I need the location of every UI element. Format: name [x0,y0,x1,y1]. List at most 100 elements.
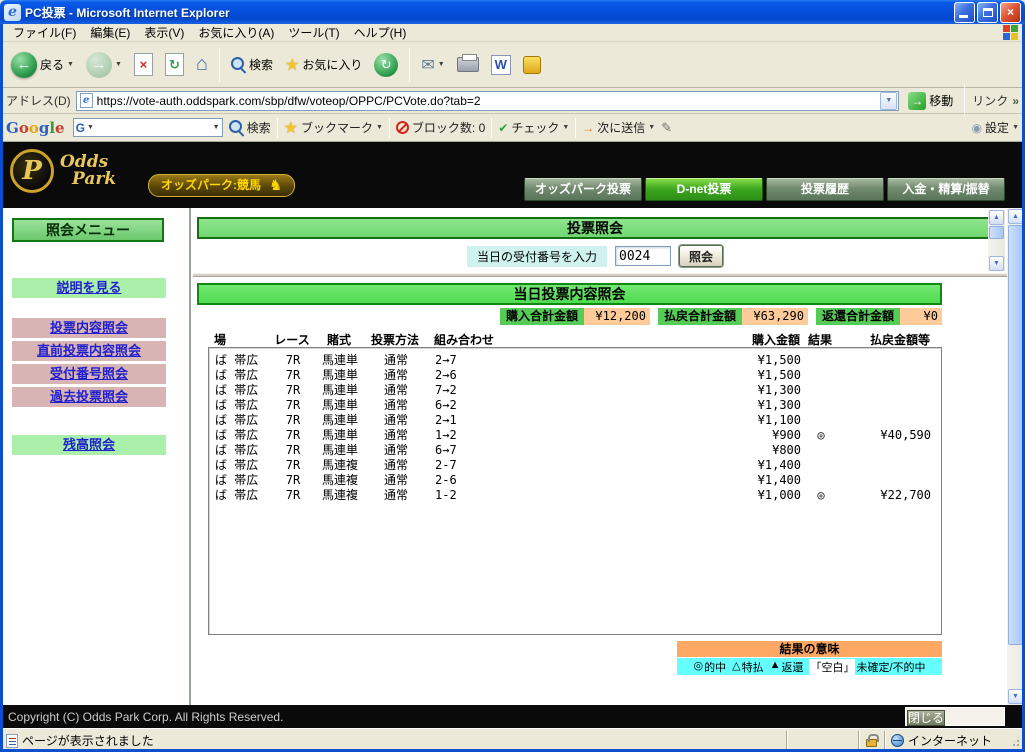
minimize-button[interactable] [954,1,975,23]
popup-blocker-button[interactable]: ブロック数: 0 [395,119,485,136]
menu-item[interactable]: ヘルプ(H) [347,23,414,42]
google-separator [388,117,390,138]
frame-scrollbar: ▲ ▼ [988,210,1005,271]
scroll-thumb[interactable] [989,226,1004,239]
cell-payout [841,458,937,473]
messenger-button[interactable] [520,54,544,76]
cell-method: 通常 [383,473,408,487]
google-search-input[interactable]: G ▼ ▼ [72,118,223,137]
legend-label: 返還 [781,661,804,674]
address-input[interactable]: e https://vote-auth.oddspark.com/sbp/dfw… [75,90,900,111]
send-dropdown-icon[interactable]: ▼ [648,124,655,131]
address-dropdown-button[interactable]: ▼ [880,91,898,110]
search-button[interactable]: 検索 [228,54,276,75]
back-button[interactable]: ← 戻る ▼ [8,50,77,80]
page-scroll-up-button[interactable]: ▲ [1008,209,1023,224]
bet-table: ば 帯広 7R 馬連単 通常 2→7 ¥1,500 ば 帯広 7R 馬連単 通常… [208,347,942,635]
sidebar-menu-item[interactable]: 受付番号照会 [12,364,166,384]
receipt-number-input[interactable] [615,246,671,266]
sidebar-link-label[interactable]: 投票内容照会 [50,320,128,335]
send-to-button[interactable]: → 次に送信 ▼ [582,119,655,136]
forward-dropdown-icon[interactable]: ▼ [115,61,122,68]
sidebar-menu-item[interactable]: 過去投票照会 [12,387,166,407]
restore-button[interactable] [977,1,998,23]
sidebar-link-label[interactable]: 過去投票照会 [50,389,128,404]
close-window-button[interactable]: × [1000,1,1021,23]
history-button[interactable]: ↻ [371,51,401,79]
main-content: 投票照会 当日の受付番号を入力 照会 ▲ ▼ 当日投票内容照会 購入合計金額 ¥… [193,208,1007,705]
sidebar-menu-item[interactable]: 残高照会 [12,435,166,455]
legend-label: 未確定/不的中 [856,661,926,674]
status-security-panel [859,730,885,751]
google-input-dropdown-icon[interactable]: ▼ [213,124,220,131]
header-nav-button[interactable]: オッズパーク投票 [524,178,642,201]
google-g-dropdown-icon[interactable]: ▼ [87,124,94,131]
page-icon: e [79,93,93,108]
menu-item[interactable]: ツール(T) [281,23,346,42]
cell-bet-type: 馬連単 [321,383,358,397]
sidebar-link-label[interactable]: 説明を見る [56,280,121,295]
spellcheck-button[interactable]: ✔ チェック ▼ [498,119,569,136]
sidebar-menu-item[interactable]: 説明を見る [12,278,166,298]
cell-method: 通常 [383,368,408,382]
lock-icon [866,734,879,747]
inquiry-submit-button[interactable]: 照会 [679,245,724,267]
cell-race: 7R [285,383,301,397]
close-page-button[interactable]: 閉じる [907,710,946,726]
popup-block-icon [395,121,409,134]
sidebar-link-label[interactable]: 受付番号照会 [50,366,128,381]
cell-combination: 2→7 [435,353,457,367]
internet-zone-icon [891,734,904,747]
sidebar-menu-item[interactable]: 直前投票内容照会 [12,341,166,361]
sidebar-link-label[interactable]: 直前投票内容照会 [37,343,141,358]
page-scroll-thumb[interactable] [1008,225,1023,645]
cell-method: 通常 [383,458,408,472]
cell-combination: 6→7 [435,443,457,457]
google-search-button[interactable]: 検索 [228,119,271,136]
oddspark-logo[interactable]: P Odds Park [10,149,116,193]
cell-bet-type: 馬連複 [321,488,358,502]
menu-item[interactable]: 表示(V) [137,23,191,42]
menu-item[interactable]: お気に入り(A) [191,23,281,42]
bookmarks-dropdown-icon[interactable]: ▼ [376,124,383,131]
scroll-down-button[interactable]: ▼ [989,256,1004,271]
google-settings-button[interactable]: ◉ 設定 ▼ [972,119,1019,136]
back-dropdown-icon[interactable]: ▼ [67,61,74,68]
header-nav-button[interactable]: 投票履歴 [766,178,884,201]
cell-race: 7R [285,368,301,382]
menu-item[interactable]: ファイル(F) [6,23,83,42]
refresh-button[interactable]: ↻ [162,51,187,78]
cell-payout [841,368,937,383]
mail-button[interactable]: ✉ ▼ [418,53,447,77]
go-button[interactable]: → 移動 [904,91,957,111]
header-nav-button[interactable]: D-net投票 [645,178,763,201]
menu-item[interactable]: 編集(E) [83,23,137,42]
mail-dropdown-icon[interactable]: ▼ [438,61,445,68]
sidebar-menu-item[interactable]: 投票内容照会 [12,318,166,338]
page-scroll-down-button[interactable]: ▼ [1008,689,1023,704]
stop-button[interactable]: × [131,51,156,78]
home-button[interactable]: ⌂ [193,51,211,78]
total-pair: 返還合計金額 ¥0 [815,308,942,325]
forward-icon: → [85,51,112,78]
forward-button[interactable]: → ▼ [83,50,125,80]
header-nav-button[interactable]: 入金・精算/振替 [887,178,1005,201]
title-bar: e PC投票 - Microsoft Internet Explorer × [0,0,1025,24]
highlight-pen-button[interactable]: ✎ [661,120,672,136]
print-button[interactable] [454,54,482,74]
check-dropdown-icon[interactable]: ▼ [562,124,569,131]
cell-race: 7R [285,473,301,487]
cell-amount: ¥1,300 [757,398,801,412]
sidebar-title: 照会メニュー [12,218,164,242]
scroll-up-button[interactable]: ▲ [989,210,1004,225]
edit-button[interactable]: W [488,53,514,77]
sidebar-link-label[interactable]: 残高照会 [63,437,115,452]
settings-dropdown-icon[interactable]: ▼ [1012,124,1019,131]
window-border-left [0,24,3,752]
links-button[interactable]: リンク » [972,92,1019,109]
keiba-banner[interactable]: オッズパーク:競馬 ♞ [148,174,296,197]
google-bookmarks-button[interactable]: ★ ブックマーク ▼ [284,118,383,138]
cell-amount: ¥1,300 [757,383,801,397]
favorites-button[interactable]: ★ お気に入り [282,53,365,77]
cell-payout [841,383,937,398]
